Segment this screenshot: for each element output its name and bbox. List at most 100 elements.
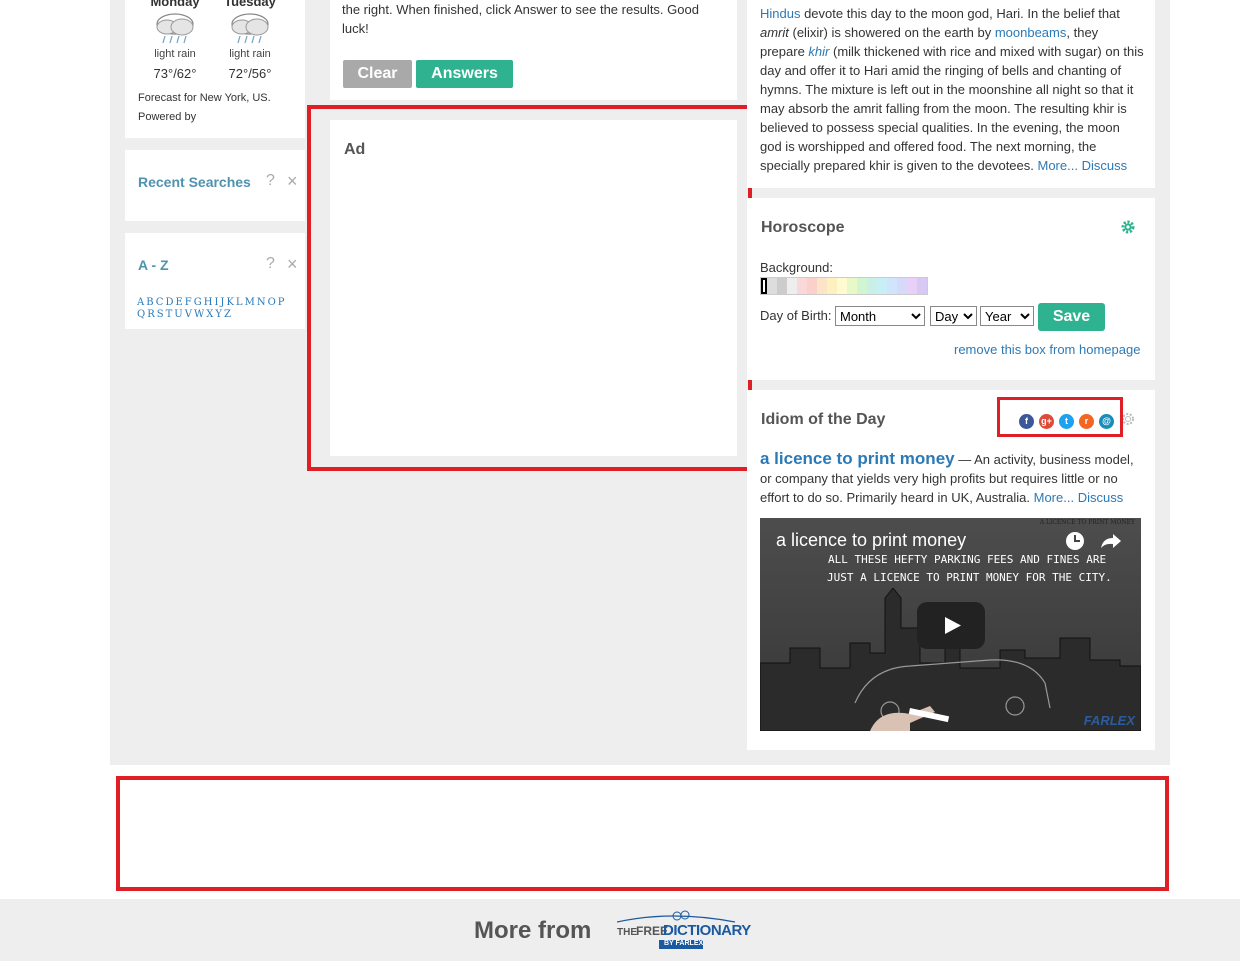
discuss-link[interactable]: Discuss	[1082, 158, 1128, 173]
ad-card: Ad	[330, 120, 737, 456]
amrit-text: amrit	[760, 25, 789, 40]
letter-link-p[interactable]: P	[278, 297, 287, 308]
holiday-text: Hindus devote this day to the moon god, …	[760, 6, 1144, 173]
forecast-location: Forecast for New York, US.	[138, 92, 271, 104]
ad-label: Ad	[344, 141, 366, 158]
share-icons: f g+ t r @	[1019, 411, 1119, 429]
letter-link-l[interactable]: L	[236, 297, 245, 308]
quiz-instructions: the right. When finished, click Answer t…	[342, 2, 699, 36]
letter-link-m[interactable]: M	[245, 297, 257, 308]
play-icon	[945, 617, 961, 634]
background-swatch[interactable]	[897, 278, 907, 294]
help-icon[interactable]: ?	[266, 255, 275, 273]
hindus-link[interactable]: Hindus	[760, 6, 800, 21]
idiom-video[interactable]: A LICENCE TO PRINT MONEY a licence to pr…	[760, 518, 1141, 731]
background-swatch[interactable]	[917, 278, 927, 294]
background-swatch[interactable]	[777, 278, 787, 294]
settings-gear-icon[interactable]	[1121, 412, 1135, 426]
idiom-text: a licence to print money — An activity, …	[760, 449, 1134, 505]
letter-link-s[interactable]: S	[157, 309, 166, 320]
letter-link-n[interactable]: N	[257, 297, 268, 308]
rss-icon[interactable]: r	[1079, 414, 1094, 429]
horoscope-card: Horoscope Background: Day of Birth: Mont…	[747, 198, 1155, 380]
more-link[interactable]: More...	[1034, 490, 1074, 505]
play-button[interactable]	[917, 602, 985, 649]
share-arrow-icon[interactable]	[1100, 532, 1122, 550]
rain-cloud-icon	[156, 13, 194, 44]
video-brand: FARLEX	[1083, 713, 1135, 728]
weather-day-2: Tuesday	[224, 0, 276, 9]
clear-button[interactable]: Clear	[343, 60, 412, 88]
day-select[interactable]: Day	[930, 306, 977, 326]
weather-temp-2: 72°/56°	[228, 66, 272, 81]
year-select[interactable]: Year	[980, 306, 1034, 326]
weather-condition-2: light rain	[229, 48, 271, 60]
remove-box-link[interactable]: remove this box from homepage	[954, 342, 1140, 357]
background-swatch[interactable]	[887, 278, 897, 294]
letter-link-v[interactable]: V	[185, 309, 194, 320]
idiom-phrase-link[interactable]: a licence to print money	[760, 449, 955, 468]
letter-link-q[interactable]: Q	[137, 309, 147, 320]
letter-link-w[interactable]: W	[194, 309, 206, 320]
background-swatch[interactable]	[817, 278, 827, 294]
moonbeams-link[interactable]: moonbeams	[995, 25, 1067, 40]
quiz-card: the right. When finished, click Answer t…	[330, 0, 737, 100]
close-icon[interactable]: ×	[287, 254, 298, 275]
horoscope-title: Horoscope	[761, 219, 845, 236]
background-swatch[interactable]	[797, 278, 807, 294]
idiom-title: Idiom of the Day	[761, 411, 886, 428]
google-plus-icon[interactable]: g+	[1039, 414, 1054, 429]
gear-icon[interactable]	[1121, 220, 1135, 234]
recent-searches-card: Recent Searches ? ×	[125, 150, 305, 221]
letter-link-o[interactable]: O	[268, 297, 278, 308]
idiom-card: Idiom of the Day f g+ t r @ a licence to pri…	[747, 390, 1155, 750]
letter-link-t[interactable]: T	[166, 309, 175, 320]
mail-icon[interactable]: @	[1099, 414, 1114, 429]
background-swatch[interactable]	[767, 278, 777, 294]
month-select[interactable]: Month	[835, 306, 925, 326]
background-swatch[interactable]	[847, 278, 857, 294]
powered-by: Powered by	[138, 111, 197, 123]
background-swatch[interactable]	[827, 278, 837, 294]
background-swatch[interactable]	[787, 278, 797, 294]
a-z-title[interactable]: A - Z	[138, 257, 169, 273]
weather-condition-1: light rain	[154, 48, 196, 60]
letter-link-z[interactable]: Z	[224, 309, 233, 320]
twitter-icon[interactable]: t	[1059, 414, 1074, 429]
more-link[interactable]: More...	[1038, 158, 1078, 173]
logo-by-farlex: BY FARLEX	[664, 940, 704, 947]
video-caption-line-2: JUST A LICENCE TO PRINT MONEY FOR THE CI…	[827, 571, 1112, 584]
background-swatches[interactable]	[760, 277, 928, 295]
more-from-label: More from	[474, 917, 592, 944]
bottom-ad-highlight-box	[116, 776, 1169, 891]
video-corner-text: A LICENCE TO PRINT MONEY	[1039, 519, 1135, 526]
letter-link-r[interactable]: R	[147, 309, 157, 320]
background-swatch[interactable]	[877, 278, 887, 294]
background-swatch[interactable]	[837, 278, 847, 294]
help-icon[interactable]: ?	[266, 172, 275, 190]
video-title: a licence to print money	[776, 530, 967, 550]
logo-the: THE	[617, 927, 637, 938]
logo-dictionary: DICTIONARY	[663, 922, 751, 939]
save-button[interactable]: Save	[1038, 303, 1105, 331]
letter-link-u[interactable]: U	[174, 309, 184, 320]
background-swatch[interactable]	[867, 278, 877, 294]
weather-temp-1: 73°/62°	[153, 66, 197, 81]
clock-icon[interactable]	[1066, 532, 1084, 550]
background-swatch[interactable]	[857, 278, 867, 294]
background-swatch[interactable]	[807, 278, 817, 294]
close-icon[interactable]: ×	[287, 171, 298, 192]
the-free-dictionary-logo[interactable]: THE FREE DICTIONARY BY FARLEX	[617, 910, 751, 952]
facebook-icon[interactable]: f	[1019, 414, 1034, 429]
letter-link-y[interactable]: Y	[215, 309, 224, 320]
background-swatch[interactable]	[907, 278, 917, 294]
dob-label: Day of Birth:	[760, 308, 832, 323]
khir-link[interactable]: khir	[808, 44, 829, 59]
rain-cloud-icon	[231, 13, 269, 44]
recent-searches-title[interactable]: Recent Searches	[138, 174, 251, 190]
letter-link-x[interactable]: X	[206, 309, 215, 320]
holiday-card: Hindus devote this day to the moon god, …	[747, 0, 1155, 188]
discuss-link[interactable]: Discuss	[1078, 490, 1124, 505]
answers-button[interactable]: Answers	[416, 60, 513, 88]
background-label: Background:	[760, 260, 833, 275]
